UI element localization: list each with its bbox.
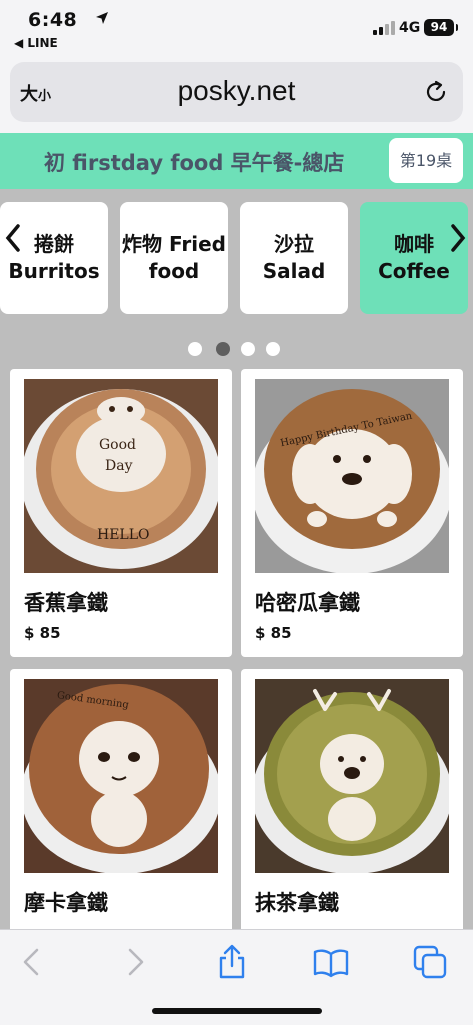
- category-label: 炸物 Fried: [122, 232, 226, 256]
- product-name: 抹茶拿鐵: [255, 891, 339, 915]
- category-label: Burritos: [8, 259, 100, 283]
- category-label: 沙拉: [274, 232, 314, 256]
- latte-art-text: Day: [105, 458, 133, 474]
- forward-icon[interactable]: [116, 944, 152, 980]
- product-photo: Happy Birthday To Taiwan: [255, 379, 449, 573]
- page-dot[interactable]: [241, 342, 255, 356]
- network-type: 4G: [399, 20, 421, 36]
- product-price: $ 85: [24, 624, 61, 642]
- product-name: 香蕉拿鐵: [24, 591, 108, 615]
- product-card-matcha-latte[interactable]: 抹茶拿鐵: [241, 669, 463, 929]
- product-photo: Good morning: [24, 679, 218, 873]
- page-dot[interactable]: [188, 342, 202, 356]
- back-to-line-link[interactable]: ◀ LINE: [14, 36, 58, 50]
- back-icon[interactable]: [15, 944, 51, 980]
- category-carousel: 捲餅 Burritos 炸物 Fried food 沙拉 Salad 咖啡 Co…: [0, 189, 473, 369]
- store-header: 初 firstday food 早午餐-總店 第19桌: [0, 133, 473, 189]
- product-photo: [255, 679, 449, 873]
- cellular-signal-icon: [373, 20, 397, 35]
- product-name: 摩卡拿鐵: [24, 891, 108, 915]
- product-card-mocha-latte[interactable]: Good morning 摩卡拿鐵: [10, 669, 232, 929]
- location-arrow-icon: [96, 12, 108, 24]
- store-title: 初 firstday food 早午餐-總店: [44, 151, 345, 175]
- url-domain[interactable]: posky.net: [10, 75, 463, 107]
- product-name: 哈密瓜拿鐵: [255, 591, 360, 615]
- category-fried-food[interactable]: 炸物 Fried food: [120, 202, 228, 314]
- category-salad[interactable]: 沙拉 Salad: [240, 202, 348, 314]
- share-icon[interactable]: [214, 944, 250, 980]
- battery-indicator: 94: [424, 19, 458, 36]
- category-label: 咖啡: [394, 232, 434, 256]
- home-indicator[interactable]: [152, 1008, 322, 1014]
- page-dot-active[interactable]: [216, 342, 230, 356]
- product-card-banana-latte[interactable]: Good Day HELLO 香蕉拿鐵 $ 85: [10, 369, 232, 657]
- clock: 6:48: [28, 9, 78, 31]
- category-label: 捲餅: [34, 232, 74, 256]
- table-number-badge: 第19桌: [389, 138, 463, 183]
- product-price: $ 85: [255, 624, 292, 642]
- category-label: food: [148, 259, 200, 283]
- product-card-melon-latte[interactable]: Happy Birthday To Taiwan 哈密瓜拿鐵 $ 85: [241, 369, 463, 657]
- tabs-icon[interactable]: [412, 944, 448, 980]
- latte-art-text: HELLO: [97, 527, 150, 543]
- chevron-right-icon[interactable]: [449, 223, 467, 261]
- reload-icon[interactable]: [423, 79, 449, 105]
- latte-art-text: Good: [99, 437, 136, 453]
- bookmarks-icon[interactable]: [313, 944, 349, 980]
- product-photo: Good Day HELLO: [24, 379, 218, 573]
- product-grid: Good Day HELLO 香蕉拿鐵 $ 85 Happy Birthday …: [0, 369, 473, 929]
- category-label: Coffee: [378, 259, 450, 283]
- address-bar[interactable]: 大小 posky.net: [10, 62, 463, 122]
- category-label: Salad: [262, 259, 326, 283]
- chevron-left-icon[interactable]: [4, 223, 22, 261]
- page-dot[interactable]: [266, 342, 280, 356]
- status-bar: 6:48 ◀ LINE 4G 94: [0, 0, 473, 56]
